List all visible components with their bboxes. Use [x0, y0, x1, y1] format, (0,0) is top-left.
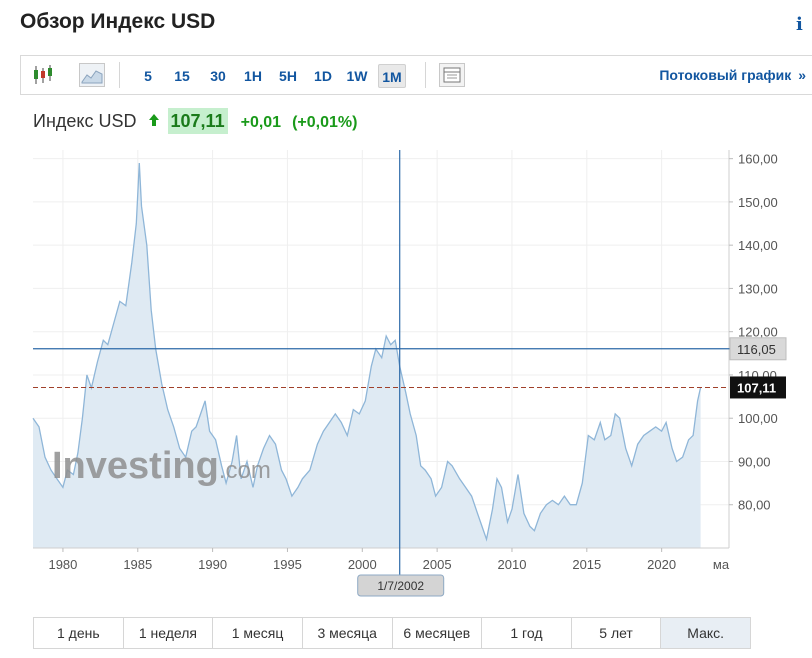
time-range-selector: 1 день 1 неделя 1 месяц 3 месяца 6 месяцев 1 …: [33, 617, 751, 649]
range-button[interactable]: Макс.: [661, 618, 750, 648]
toolbar-divider: [425, 62, 426, 88]
y-tick-label: 80,00: [738, 498, 771, 513]
x-tick-label: 1990: [198, 557, 227, 572]
price-change: +0,01: [240, 114, 282, 131]
range-button[interactable]: 1 неделя: [124, 618, 214, 648]
price-chart[interactable]: Investing.com80,0090,00100,00110,00120,0…: [0, 140, 812, 600]
table-view-icon[interactable]: [439, 63, 465, 87]
x-tick-label: 1985: [123, 557, 152, 572]
x-tick-label: ма: [713, 557, 730, 572]
range-button[interactable]: 3 месяца: [303, 618, 393, 648]
area-chart-icon[interactable]: [79, 63, 105, 87]
interval-1d[interactable]: 1D: [310, 64, 336, 88]
series-area: [33, 163, 701, 548]
last-price-label: 107,11: [737, 380, 776, 395]
y-tick-label: 90,00: [738, 454, 771, 469]
range-button[interactable]: 1 день: [34, 618, 124, 648]
y-tick-label: 140,00: [738, 238, 778, 253]
y-tick-label: 130,00: [738, 281, 778, 296]
toolbar-divider: [119, 62, 120, 88]
streaming-chart-label: Потоковый график: [659, 67, 792, 83]
x-tick-label: 1995: [273, 557, 302, 572]
streaming-chart-link[interactable]: Потоковый график »: [659, 67, 806, 83]
candlestick-icon[interactable]: [31, 63, 57, 87]
quote-header: Индекс USD 107,11 +0,01 (+0,01%): [33, 108, 357, 134]
crosshair-date-label: 1/7/2002: [377, 579, 424, 593]
x-tick-label: 2015: [572, 557, 601, 572]
x-tick-label: 2020: [647, 557, 676, 572]
interval-5h[interactable]: 5H: [275, 64, 301, 88]
interval-15[interactable]: 15: [169, 64, 195, 88]
interval-30[interactable]: 30: [205, 64, 231, 88]
crosshair-value-label: 116,05: [737, 342, 776, 357]
instrument-name: Индекс USD: [33, 111, 137, 131]
range-button[interactable]: 1 месяц: [213, 618, 303, 648]
price-change-percent: (+0,01%): [292, 114, 358, 131]
chart-toolbar: 5 15 30 1H 5H 1D 1W 1M Потоковый график »: [20, 55, 812, 95]
last-price: 107,11: [167, 108, 228, 134]
interval-1h[interactable]: 1H: [240, 64, 266, 88]
range-button[interactable]: 5 лет: [572, 618, 662, 648]
x-tick-label: 2000: [348, 557, 377, 572]
y-tick-label: 150,00: [738, 195, 778, 210]
y-tick-label: 160,00: [738, 152, 778, 167]
page-title: Обзор Индекс USD: [20, 10, 216, 33]
range-button[interactable]: 6 месяцев: [393, 618, 483, 648]
range-button[interactable]: 1 год: [482, 618, 572, 648]
y-tick-label: 100,00: [738, 411, 778, 426]
interval-1w[interactable]: 1W: [344, 64, 370, 88]
x-tick-label: 2005: [423, 557, 452, 572]
interval-5[interactable]: 5: [137, 64, 159, 88]
x-tick-label: 1980: [48, 557, 77, 572]
info-icon[interactable]: i: [796, 14, 803, 35]
interval-1m[interactable]: 1M: [378, 64, 406, 88]
double-chevron-right-icon: »: [798, 67, 806, 83]
x-tick-label: 2010: [498, 557, 527, 572]
arrow-up-icon: [148, 108, 160, 134]
